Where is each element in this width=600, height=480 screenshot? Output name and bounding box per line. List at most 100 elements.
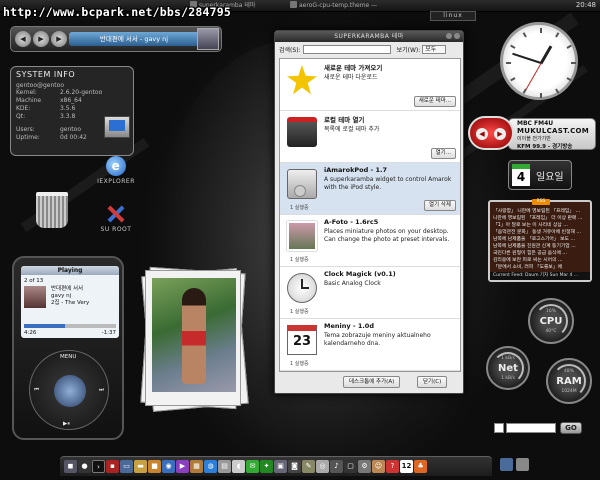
desktop-switch-icon[interactable] [500, 458, 513, 471]
clock-tick [540, 93, 542, 98]
radio-next-button[interactable]: ▶ [494, 128, 506, 140]
play-button[interactable]: ▶ [33, 31, 49, 47]
settings-icon[interactable]: ⚙ [358, 460, 371, 473]
panel-clock[interactable]: 20:48 [576, 1, 596, 9]
media-player-icon[interactable]: ▶ [176, 460, 189, 473]
radio-prev-button[interactable]: ◀ [476, 128, 488, 140]
taskbar-item[interactable]: aeroG-cpu-temp.theme — [290, 1, 377, 11]
click-wheel[interactable]: MENU ⏮ ⏭ ▶⏸ [29, 350, 109, 430]
analog-clock-widget [500, 22, 578, 100]
cd-icon[interactable]: ◎ [316, 460, 329, 473]
net-gauge: 1 kB/s Net 1 kB/s [486, 346, 530, 390]
open-delete-button[interactable]: 열기 삭제 [424, 200, 456, 211]
calendar-dock-icon[interactable]: 12 [400, 460, 413, 473]
search-input[interactable] [302, 45, 391, 54]
radio-info[interactable]: MBC FM4U MUKULCAST.COM 이이블 전가기반 KFM 99.9… [508, 118, 596, 150]
theme-list: 새로운 테마 가져오기 새로운 테마 다운로드 새로운 테마... 로컬 테마 … [279, 58, 461, 372]
view-select[interactable]: 모두 [422, 45, 447, 54]
play-pause-button[interactable]: ▶⏸ [63, 421, 70, 428]
menu-button[interactable]: MENU [60, 354, 76, 360]
list-item[interactable]: Clock Magick (v0.1) Basic Analog Clock 1… [280, 267, 460, 319]
theme-name: Meniny - 1.0d [324, 322, 374, 330]
list-item[interactable]: 로컬 테마 열기 목록에 로컬 테마 추가 열기... [280, 111, 460, 163]
info-row: Machine x86_64 [16, 97, 128, 105]
camera-icon[interactable]: ◙ [288, 460, 301, 473]
next-button[interactable]: ▶ [51, 31, 67, 47]
list-item[interactable]: A-Foto - 1.6rc5 Places miniature photos … [280, 215, 460, 267]
rss-item[interactable]: 남쪽에 남제품을 「로고스기어」 보도 ... [493, 236, 589, 243]
info-value: x86_64 [60, 97, 82, 104]
trash-dock-icon[interactable] [516, 458, 529, 471]
maximize-window-icon[interactable] [446, 33, 452, 39]
system-tray [500, 458, 529, 471]
cpu-value: 16% [545, 309, 556, 314]
rss-item[interactable]: 「분에서 소비, 러피 「도를보」에 [493, 264, 589, 271]
info-key: Users: [16, 126, 35, 133]
list-item[interactable]: 새로운 테마 가져오기 새로운 테마 다운로드 새로운 테마... [280, 59, 460, 111]
calendar-weekday: 일요일 [536, 172, 564, 183]
url-watermark: http://www.bcpark.net/bbs/284795 [3, 5, 231, 19]
net-label: Net [498, 363, 518, 374]
rss-item[interactable]: 니란에 영보림된 「프레임」 더 이상 판매 ... [493, 215, 589, 222]
penguin-icon[interactable]: ● [78, 460, 91, 473]
previous-button[interactable]: ◀ [15, 31, 31, 47]
tv-icon[interactable]: ▢ [344, 460, 357, 473]
previous-button[interactable]: ⏮ [34, 387, 39, 394]
go-button[interactable]: GO [560, 422, 582, 434]
network-icon[interactable]: ◉ [162, 460, 175, 473]
search-input[interactable] [506, 423, 556, 433]
desktop-icon-trash[interactable] [36, 192, 68, 230]
system-info-title: SYSTEM INFO [16, 70, 76, 79]
chat-icon[interactable]: ✉ [246, 460, 259, 473]
box-icon[interactable]: ■ [148, 460, 161, 473]
theme-desc: Tema zobrazuje meniny aktualneho kalenda… [324, 332, 431, 347]
rss-item[interactable]: 국민다른 원형이 힘은 공급 음식에 ... [493, 250, 589, 257]
close-button[interactable]: 닫기(C) [417, 376, 448, 388]
new-theme-button[interactable]: 새로운 테마... [413, 96, 456, 107]
clock-tick [510, 44, 516, 49]
photo-frame-widget[interactable] [140, 266, 249, 412]
game-icon[interactable]: ♣ [414, 460, 427, 473]
clock-tick [510, 77, 516, 82]
net-down: 1 kB/s [501, 376, 515, 381]
rss-item[interactable]: 김리용에 보란 피로 씨는 시어의 ... [493, 257, 589, 264]
rss-item[interactable]: 남쪽에 남제품을 진원관 신계 등기기업 ... [493, 243, 589, 250]
keyboard-icon[interactable]: ▤ [218, 460, 231, 473]
speaker-icon[interactable]: ♪ [330, 460, 343, 473]
rss-item[interactable]: 「사랑함」 니란에 영보림된 「프레임」 ... [493, 208, 589, 215]
rss-item[interactable]: 「1」아 달로 보는 이 사리네 상삼 ... [493, 222, 589, 229]
center-button[interactable] [54, 375, 86, 407]
info-value: 3.5.6 [60, 105, 76, 112]
display-icon[interactable]: ▭ [120, 460, 133, 473]
help-icon[interactable]: ? [386, 460, 399, 473]
theme-dialog: SUPERKARAMBA 테마 검색(S): 보기(W): 모두 새로운 테마 … [274, 30, 464, 394]
people-icon[interactable]: ☺ [372, 460, 385, 473]
globe-icon[interactable]: ◍ [204, 460, 217, 473]
mouse-icon[interactable]: ◖ [232, 460, 245, 473]
photo [152, 278, 236, 392]
folder-icon[interactable]: ▬ [134, 460, 147, 473]
open-button[interactable]: 열기... [430, 148, 456, 159]
clock-tick [522, 88, 527, 94]
terminal-icon[interactable]: › [92, 460, 105, 473]
my-computer-icon[interactable] [104, 116, 130, 140]
desktop-icon-iexplorer[interactable]: e IEXPLORER [88, 156, 144, 185]
search-engine-icon[interactable] [494, 423, 504, 433]
next-button[interactable]: ⏭ [99, 387, 104, 394]
film-icon[interactable]: ▪ [106, 460, 119, 473]
ram-value: 48% [563, 369, 574, 374]
close-window-icon[interactable] [454, 33, 460, 39]
gimp-icon[interactable]: ✎ [302, 460, 315, 473]
monitor-icon[interactable]: ▣ [274, 460, 287, 473]
konqueror-icon[interactable]: ◼ [64, 460, 77, 473]
xchat-icon[interactable]: ✦ [260, 460, 273, 473]
rss-item[interactable]: 「음악관전 문화」 동생 거유아에 빈정해 ... [493, 229, 589, 236]
list-item[interactable]: iAmarokPod - 1.7 A superkaramba widget t… [280, 163, 460, 215]
progress-bar[interactable] [24, 324, 116, 328]
list-item[interactable]: 23 Meniny - 1.0d Tema zobrazuje meniny a… [280, 319, 460, 371]
add-to-desktop-button[interactable]: 데스크톱에 추가(A) [343, 376, 401, 388]
radio-site: MUKULCAST.COM [517, 127, 590, 135]
album-art [197, 28, 219, 50]
desktop-icon-suroot[interactable]: SU ROOT [92, 204, 140, 233]
package-icon[interactable]: ▦ [190, 460, 203, 473]
